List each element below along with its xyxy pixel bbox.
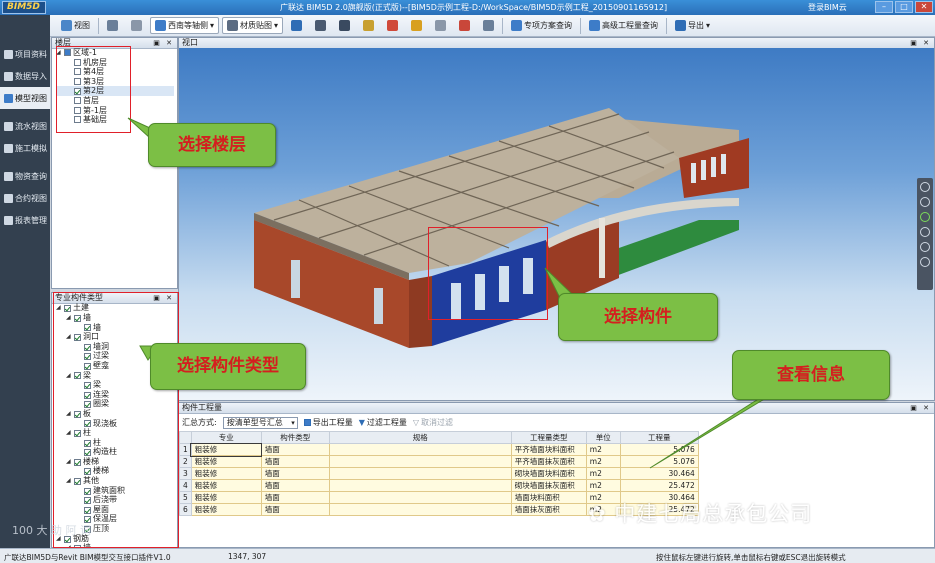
watermark: ✿ 中建七局总承包公司 [588, 498, 812, 528]
watermark-logo: 100 大 助 阿 词 [12, 524, 91, 537]
callout-select-component-type: 选择构件类型 [150, 343, 306, 390]
callout-view-info: 查看信息 [732, 350, 890, 400]
pointer-floor [127, 117, 151, 140]
callout-select-floor: 选择楼层 [148, 123, 276, 167]
callout-pointers [127, 117, 801, 469]
pointer-info [649, 391, 801, 469]
watermark-text: 中建七局总承包公司 [614, 502, 813, 526]
wechat-icon: ✿ [588, 502, 615, 526]
callout-select-component: 选择构件 [558, 293, 718, 341]
